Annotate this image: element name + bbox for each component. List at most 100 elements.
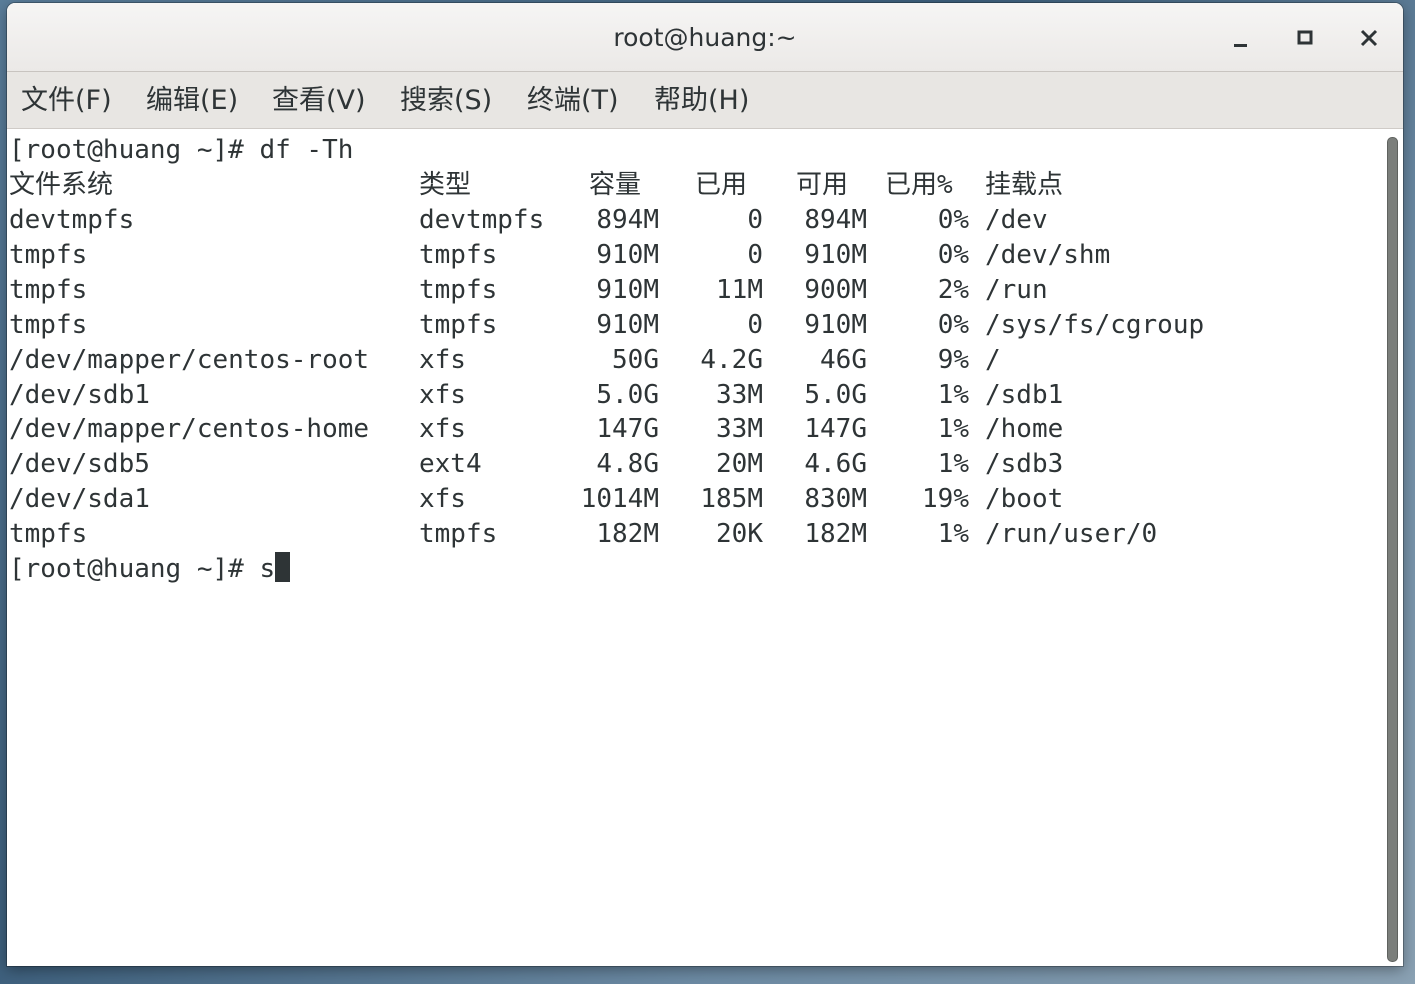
cell-filesystem: /dev/sda1 — [9, 484, 150, 515]
cell-use-pct: 0% — [937, 239, 969, 270]
cell-use-pct: 1% — [937, 379, 969, 410]
cell-type: xfs — [419, 484, 466, 515]
cell-used: 0 — [747, 309, 763, 340]
close-icon — [1360, 29, 1378, 47]
header-size: 容量 — [589, 170, 642, 200]
cell-use-pct: 1% — [937, 414, 969, 445]
cell-size: 910M — [596, 274, 659, 305]
table-row: /dev/mapper/centos-home xfs 147G 33M 147G 1% /… — [9, 412, 1379, 447]
current-prompt-line: [root@huang ~]# s — [9, 552, 291, 587]
cell-used: 33M — [716, 414, 763, 445]
cell-avail: 900M — [804, 274, 867, 305]
cell-type: tmpfs — [419, 239, 498, 270]
cell-used: 4.2G — [700, 344, 763, 375]
cell-avail: 910M — [804, 309, 867, 340]
scrollbar[interactable] — [1383, 129, 1403, 966]
cell-mount: /sys/fs/cgroup — [985, 309, 1205, 340]
cell-avail: 4.6G — [804, 449, 867, 480]
table-row: devtmpfs devtmpfs 894M 0 894M 0% /dev — [9, 203, 1379, 238]
table-row: /dev/sdb5 ext4 4.8G 20M 4.6G 1% /sdb3 — [9, 447, 1379, 482]
cell-type: devtmpfs — [419, 205, 545, 235]
cell-avail: 182M — [804, 519, 867, 550]
cell-use-pct: 1% — [937, 519, 969, 550]
cell-mount: /run/user/0 — [985, 519, 1158, 550]
cell-size: 4.8G — [596, 449, 659, 480]
cell-filesystem: /dev/mapper/centos-root — [9, 344, 370, 375]
cell-mount: /dev — [985, 205, 1048, 235]
header-mount: 挂载点 — [985, 170, 1064, 200]
cell-mount: /run — [985, 274, 1048, 305]
cell-avail: 147G — [804, 414, 867, 445]
cell-used: 0 — [747, 239, 763, 270]
cell-type: tmpfs — [419, 519, 498, 550]
cell-avail: 830M — [804, 484, 867, 515]
header-filesystem: 文件系统 — [9, 170, 114, 200]
header-used: 已用 — [695, 170, 748, 200]
cell-use-pct: 0% — [937, 309, 969, 340]
cell-use-pct: 19% — [922, 484, 969, 515]
menu-terminal[interactable]: 终端(T) — [527, 72, 619, 129]
cell-use-pct: 0% — [937, 205, 969, 235]
cell-filesystem: devtmpfs — [9, 205, 135, 235]
cell-type: xfs — [419, 379, 466, 410]
maximize-icon — [1297, 30, 1313, 45]
cell-size: 910M — [596, 309, 659, 340]
cell-avail: 5.0G — [804, 379, 867, 410]
table-row: tmpfs tmpfs 910M 0 910M 0% /sys/fs/cgroup — [9, 308, 1379, 343]
minimize-icon — [1234, 44, 1247, 47]
cell-used: 11M — [716, 274, 763, 305]
cell-filesystem: tmpfs — [9, 274, 88, 305]
cell-use-pct: 9% — [937, 344, 969, 375]
cell-size: 894M — [596, 205, 659, 235]
menu-help[interactable]: 帮助(H) — [654, 72, 749, 129]
cell-type: tmpfs — [419, 274, 498, 305]
cell-use-pct: 2% — [937, 274, 969, 305]
cell-used: 0 — [747, 205, 763, 235]
cell-mount: /sdb1 — [985, 379, 1064, 410]
cell-filesystem: /dev/sdb1 — [9, 379, 150, 410]
menu-search[interactable]: 搜索(S) — [400, 72, 492, 129]
table-row: /dev/mapper/centos-root xfs 50G 4.2G 46G 9% / — [9, 343, 1379, 378]
prompt-text: [root@huang ~]# — [9, 554, 260, 584]
cell-size: 182M — [596, 519, 659, 550]
header-use-pct: 已用% — [885, 170, 953, 200]
cell-size: 147G — [596, 414, 659, 445]
cell-avail: 910M — [804, 239, 867, 270]
cell-avail: 894M — [804, 205, 867, 235]
menu-edit[interactable]: 编辑(E) — [146, 72, 238, 129]
cell-type: tmpfs — [419, 309, 498, 340]
menu-file[interactable]: 文件(F) — [21, 72, 112, 129]
cell-type: ext4 — [419, 449, 482, 480]
window-title: root@huang:~ — [613, 23, 797, 52]
cell-used: 185M — [700, 484, 763, 515]
cell-mount: / — [985, 344, 1001, 375]
title-bar[interactable]: root@huang:~ — [7, 3, 1403, 72]
cell-used: 20K — [716, 519, 763, 550]
table-row: tmpfs tmpfs 910M 11M 900M 2% /run — [9, 273, 1379, 308]
cell-type: xfs — [419, 344, 466, 375]
cell-used: 33M — [716, 379, 763, 410]
terminal-window: root@huang:~ 文件(F) 编辑(E) 查看(V) 搜索(S) 终端(… — [7, 3, 1403, 966]
cell-filesystem: tmpfs — [9, 239, 88, 270]
cell-size: 910M — [596, 239, 659, 270]
menu-view[interactable]: 查看(V) — [272, 72, 366, 129]
cell-mount: /boot — [985, 484, 1064, 515]
header-avail: 可用 — [796, 170, 849, 200]
cell-size: 5.0G — [596, 379, 659, 410]
table-row: tmpfs tmpfs 910M 0 910M 0% /dev/shm — [9, 238, 1379, 273]
cell-mount: /dev/shm — [985, 239, 1111, 270]
cell-used: 20M — [716, 449, 763, 480]
maximize-button[interactable] — [1287, 20, 1323, 56]
cell-filesystem: /dev/mapper/centos-home — [9, 414, 370, 445]
text-cursor — [275, 552, 291, 582]
command-line: [root@huang ~]# df -Th — [9, 135, 354, 165]
cell-filesystem: tmpfs — [9, 309, 88, 340]
table-header: 文件系统 类型 容量 已用 可用 已用% 挂载点 — [9, 168, 1379, 203]
terminal-output[interactable]: [root@huang ~]# df -Th 文件系统 类型 容量 已用 可用 … — [7, 129, 1383, 966]
table-row: tmpfs tmpfs 182M 20K 182M 1% /run/user/0 — [9, 517, 1379, 552]
close-button[interactable] — [1351, 20, 1387, 56]
minimize-button[interactable] — [1223, 20, 1259, 56]
cell-type: xfs — [419, 414, 466, 445]
scrollbar-thumb[interactable] — [1387, 137, 1398, 962]
cell-filesystem: /dev/sdb5 — [9, 449, 150, 480]
